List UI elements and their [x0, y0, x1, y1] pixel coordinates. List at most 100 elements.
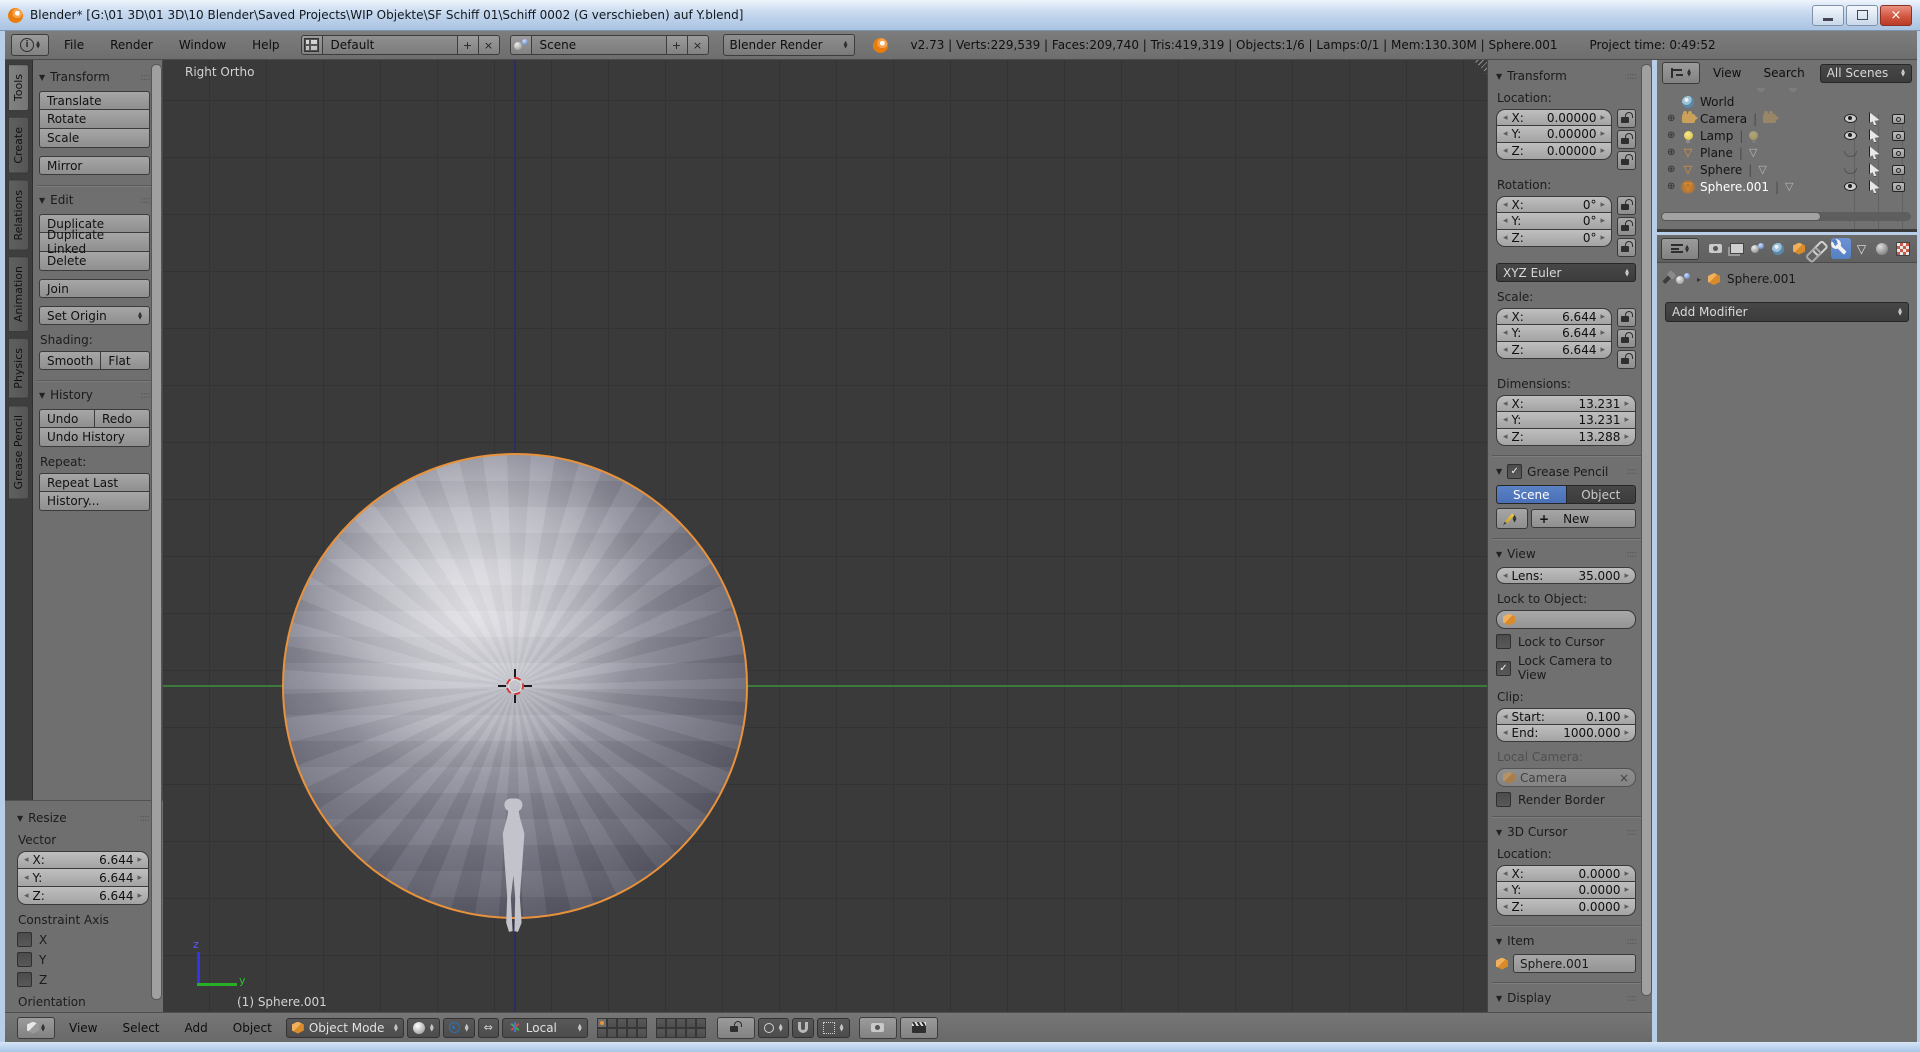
duplicate-linked-button[interactable]: Duplicate Linked	[39, 233, 150, 252]
lock-camera-checkbox[interactable]: ✓	[1496, 661, 1511, 676]
panel-header-item[interactable]: ▼ Item ::::	[1496, 934, 1636, 948]
renderability-camera-icon[interactable]	[1892, 114, 1905, 124]
proportional-edit-select[interactable]: ▲▼	[758, 1018, 789, 1038]
drag-dots-icon[interactable]: ::::	[1627, 71, 1636, 82]
lock-to-object-field[interactable]	[1496, 610, 1636, 629]
cursor-x-field[interactable]: ◂X:0.0000▸	[1496, 865, 1636, 882]
screen-layout-icon[interactable]	[301, 35, 323, 55]
tab-scene[interactable]	[1748, 238, 1768, 259]
cursor-z-field[interactable]: ◂Z:0.0000▸	[1496, 899, 1636, 916]
visibility-eye-icon[interactable]	[1844, 131, 1857, 140]
undo-history-button[interactable]: Undo History	[39, 428, 150, 447]
lock-rotation-y-icon[interactable]	[1617, 217, 1636, 236]
add-scene-button[interactable]: +	[667, 35, 688, 55]
menu-add[interactable]: Add	[174, 1021, 219, 1035]
visibility-eye-closed-icon[interactable]	[1844, 168, 1857, 174]
renderability-camera-icon[interactable]	[1892, 165, 1905, 175]
panel-header-display[interactable]: ▼ Display ::::	[1496, 991, 1636, 1005]
viewport-shading-select[interactable]: ▲▼	[407, 1018, 440, 1038]
drag-dots-icon[interactable]: ::::	[141, 195, 150, 206]
rotation-x-field[interactable]: ◂X:0°▸	[1496, 196, 1612, 213]
tab-constraints[interactable]	[1810, 238, 1830, 259]
lock-to-scene-button[interactable]	[717, 1017, 755, 1039]
menu-window[interactable]: Window	[168, 38, 237, 52]
layers-grid-2[interactable]	[656, 1018, 706, 1038]
transform-orientation-select[interactable]: Local ▲▼	[502, 1018, 588, 1038]
set-origin-menu[interactable]: Set Origin ▲▼	[39, 306, 150, 325]
outliner-item-label[interactable]: Sphere	[1700, 163, 1742, 177]
redo-button[interactable]: Redo	[95, 409, 150, 428]
location-z-field[interactable]: ◂Z:0.00000▸	[1496, 143, 1612, 160]
tab-grease-pencil[interactable]: Grease Pencil	[8, 405, 29, 499]
drag-dots-icon[interactable]: ::::	[1627, 466, 1636, 477]
translate-button[interactable]: Translate	[39, 91, 150, 110]
local-camera-field[interactable]: Camera ×	[1496, 768, 1636, 787]
scene-value[interactable]: Scene	[532, 35, 667, 55]
visibility-eye-icon[interactable]	[1844, 114, 1857, 123]
scale-x-field[interactable]: ◂X:6.644▸	[1496, 308, 1612, 325]
snap-toggle[interactable]	[792, 1018, 814, 1038]
gp-scene-toggle[interactable]: Scene	[1496, 485, 1567, 504]
expand-icon[interactable]: ⊕	[1667, 164, 1680, 175]
outliner-scope-select[interactable]: All Scenes▲▼	[1820, 64, 1912, 83]
shade-smooth-button[interactable]: Smooth	[39, 351, 101, 370]
scale-button[interactable]: Scale	[39, 129, 150, 148]
undo-button[interactable]: Undo	[39, 409, 95, 428]
lock-location-y-icon[interactable]	[1617, 130, 1636, 149]
delete-scene-button[interactable]: ×	[688, 35, 709, 55]
dimensions-z-field[interactable]: ◂Z:13.288▸	[1496, 429, 1636, 446]
clip-end-field[interactable]: ◂End:1000.000▸	[1496, 725, 1636, 742]
selectability-pointer-icon[interactable]	[1869, 146, 1880, 160]
panel-header-transform[interactable]: ▼ Transform ::::	[39, 70, 150, 84]
scale-z-field[interactable]: ◂Z:6.644▸	[1496, 342, 1612, 359]
tab-physics[interactable]: Physics	[8, 338, 29, 399]
repeat-history-button[interactable]: History...	[39, 492, 150, 511]
expand-icon[interactable]: ⊕	[1667, 181, 1680, 192]
resize-z-field[interactable]: ◂Z:6.644▸	[17, 887, 149, 905]
cursor-y-field[interactable]: ◂Y:0.0000▸	[1496, 882, 1636, 899]
editor-type-info-button[interactable]: i ▲▼	[11, 34, 49, 56]
tool-shelf-scrollbar[interactable]	[151, 64, 162, 1000]
location-y-field[interactable]: ◂Y:0.00000▸	[1496, 126, 1612, 143]
dimensions-y-field[interactable]: ◂Y:13.231▸	[1496, 412, 1636, 429]
grease-pencil-checkbox[interactable]: ✓	[1507, 464, 1522, 479]
screen-layout-value[interactable]: Default	[323, 35, 458, 55]
editor-type-3dview-button[interactable]: ▲▼	[17, 1017, 55, 1039]
dimensions-x-field[interactable]: ◂X:13.231▸	[1496, 395, 1636, 412]
pivot-point-select[interactable]: ▲▼	[443, 1018, 475, 1038]
lock-location-z-icon[interactable]	[1617, 151, 1636, 170]
panel-header-view[interactable]: ▼ View ::::	[1496, 547, 1636, 561]
panel-header-edit[interactable]: ▼ Edit ::::	[39, 193, 150, 207]
minimize-button[interactable]	[1812, 5, 1844, 26]
item-name-field[interactable]: Sphere.001	[1513, 954, 1636, 973]
tab-world[interactable]	[1768, 238, 1788, 259]
outliner-row-sphere[interactable]: ⊕ ▽ Sphere | ▽	[1657, 161, 1917, 178]
lock-location-x-icon[interactable]	[1617, 109, 1636, 128]
rotation-z-field[interactable]: ◂Z:0°▸	[1496, 230, 1612, 247]
outliner-hscrollbar[interactable]	[1661, 212, 1911, 221]
lock-rotation-x-icon[interactable]	[1617, 196, 1636, 215]
outliner-item-label[interactable]: Plane	[1700, 146, 1733, 160]
outliner-item-label[interactable]: Lamp	[1700, 129, 1733, 143]
npanel-scrollbar[interactable]	[1641, 64, 1652, 996]
selectability-pointer-icon[interactable]	[1869, 129, 1880, 143]
outliner-item-label[interactable]: World	[1700, 95, 1734, 109]
delete-layout-button[interactable]: ×	[479, 35, 500, 55]
drag-dots-icon[interactable]: ::::	[141, 72, 150, 83]
outliner-search-menu[interactable]: Search	[1754, 66, 1813, 80]
menu-file[interactable]: File	[53, 38, 95, 52]
tab-modifiers[interactable]	[1831, 238, 1851, 259]
constraint-z-checkbox[interactable]	[17, 972, 32, 987]
constraint-x-checkbox[interactable]	[17, 932, 32, 947]
outliner-row-sphere-001[interactable]: ⊕ ▽ Sphere.001 | ▽	[1657, 178, 1917, 195]
panel-header-transform-n[interactable]: ▼ Transform ::::	[1496, 69, 1636, 83]
tab-object-data[interactable]: ▽	[1852, 238, 1872, 259]
snap-element-select[interactable]: ▲▼	[817, 1018, 850, 1038]
menu-view[interactable]: View	[58, 1021, 108, 1035]
repeat-last-button[interactable]: Repeat Last	[39, 473, 150, 492]
visibility-eye-closed-icon[interactable]	[1844, 151, 1857, 157]
outliner-row-lamp[interactable]: ⊕ Lamp |	[1657, 127, 1917, 144]
resize-y-field[interactable]: ◂Y:6.644▸	[17, 869, 149, 887]
panel-header-3d-cursor[interactable]: ▼ 3D Cursor ::::	[1496, 825, 1636, 839]
layers-grid-1[interactable]	[597, 1018, 647, 1038]
